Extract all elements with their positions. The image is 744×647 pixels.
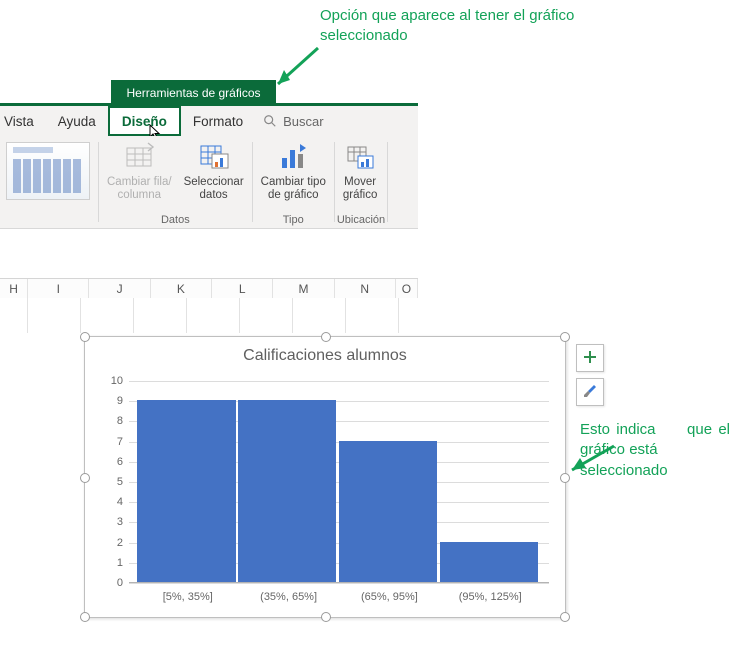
button-label: Cambiar fila/: [107, 176, 172, 189]
col-header-n[interactable]: N: [335, 279, 396, 299]
chart-plot-area[interactable]: 012345678910: [129, 381, 549, 583]
ribbon-tab-row: Vista Ayuda Diseño Formato Buscar: [0, 106, 418, 136]
col-header-j[interactable]: J: [89, 279, 150, 299]
chart-elements-button[interactable]: [576, 344, 604, 372]
ribbon-separator: [334, 142, 335, 222]
col-header-h[interactable]: H: [0, 279, 28, 299]
chart-y-tick: 4: [99, 496, 129, 508]
resize-handle[interactable]: [321, 612, 331, 622]
select-data-button[interactable]: Seleccionar datos: [178, 136, 250, 202]
col-header-i[interactable]: I: [28, 279, 89, 299]
arrow-top-icon: [268, 44, 324, 94]
ribbon-group-label: Tipo: [255, 214, 332, 226]
column-headers: H I J K L M N O: [0, 278, 418, 300]
resize-handle[interactable]: [560, 332, 570, 342]
paintbrush-icon: [582, 383, 598, 402]
ribbon: Cambiar fila/ columna Seleccionar datos …: [0, 136, 418, 229]
tab-formato[interactable]: Formato: [181, 106, 255, 136]
chart-bar[interactable]: [339, 441, 437, 582]
resize-handle[interactable]: [80, 332, 90, 342]
ribbon-group-ubicacion: Mover gráfico Ubicación: [337, 136, 385, 228]
chart-y-tick: 1: [99, 557, 129, 569]
chart-style-thumbnail[interactable]: [6, 142, 90, 200]
button-label: gráfico: [343, 189, 378, 202]
chart-y-tick: 9: [99, 395, 129, 407]
col-header-o[interactable]: O: [396, 279, 418, 299]
select-data-icon: [197, 140, 231, 174]
ribbon-separator: [387, 142, 388, 222]
chart-styles-button[interactable]: [576, 378, 604, 406]
tab-ayuda[interactable]: Ayuda: [46, 106, 108, 136]
chart-bar[interactable]: [440, 542, 538, 582]
resize-handle[interactable]: [560, 612, 570, 622]
chart-y-tick: 8: [99, 415, 129, 427]
chart-y-tick: 0: [99, 577, 129, 589]
worksheet-cells[interactable]: [0, 298, 418, 333]
search-icon: [263, 114, 277, 128]
chart-bar[interactable]: [238, 400, 336, 582]
button-label: columna: [118, 189, 161, 202]
resize-handle[interactable]: [321, 332, 331, 342]
resize-handle[interactable]: [80, 612, 90, 622]
col-header-k[interactable]: K: [151, 279, 212, 299]
chart-bar[interactable]: [137, 400, 235, 582]
resize-handle[interactable]: [560, 473, 570, 483]
annotation-right-line: Esto indica: [580, 421, 656, 438]
chart-y-tick: 2: [99, 537, 129, 549]
move-chart-icon: [343, 140, 377, 174]
change-chart-type-button[interactable]: Cambiar tipo de gráfico: [255, 136, 332, 202]
plus-icon: [582, 349, 598, 368]
chart-x-tick: (35%, 65%]: [260, 591, 317, 603]
button-label: Mover: [344, 176, 376, 189]
search-placeholder: Buscar: [283, 114, 323, 129]
chart-x-axis: [5%, 35%] (35%, 65%] (65%, 95%] (95%, 125%]: [129, 591, 549, 607]
annotation-top: Opción que aparece al tener el gráfico s…: [320, 6, 620, 47]
resize-handle[interactable]: [80, 473, 90, 483]
chart-y-tick: 6: [99, 456, 129, 468]
button-label: Seleccionar: [184, 176, 244, 189]
ribbon-group-label: Datos: [101, 214, 250, 226]
annotation-right-line: está: [629, 441, 657, 458]
embedded-chart[interactable]: Calificaciones alumnos 012345678910 [5%,…: [84, 336, 566, 618]
chart-y-tick: 7: [99, 436, 129, 448]
move-chart-button[interactable]: Mover gráfico: [337, 136, 384, 202]
button-label: de gráfico: [268, 189, 319, 202]
ribbon-separator: [252, 142, 253, 222]
change-chart-type-icon: [276, 140, 310, 174]
col-header-l[interactable]: L: [212, 279, 273, 299]
tell-me-search[interactable]: Buscar: [255, 106, 323, 136]
ribbon-group-datos: Cambiar fila/ columna Seleccionar datos …: [101, 136, 250, 228]
chart-x-tick: (65%, 95%]: [361, 591, 418, 603]
tab-vista[interactable]: Vista: [0, 106, 46, 136]
switch-row-column-button: Cambiar fila/ columna: [101, 136, 178, 202]
chart-x-tick: (95%, 125%]: [459, 591, 522, 603]
tab-diseno[interactable]: Diseño: [108, 106, 181, 136]
switch-row-column-icon: [122, 140, 156, 174]
chart-y-tick: 10: [99, 375, 129, 387]
ribbon-group-label: Ubicación: [337, 214, 385, 226]
chart-y-tick: 3: [99, 516, 129, 528]
ribbon-separator: [98, 142, 99, 222]
button-label: Cambiar tipo: [261, 176, 326, 189]
chart-y-tick: 5: [99, 476, 129, 488]
col-header-m[interactable]: M: [273, 279, 334, 299]
button-label: datos: [200, 189, 228, 202]
ribbon-group-tipo: Cambiar tipo de gráfico Tipo: [255, 136, 332, 228]
chart-x-tick: [5%, 35%]: [163, 591, 213, 603]
